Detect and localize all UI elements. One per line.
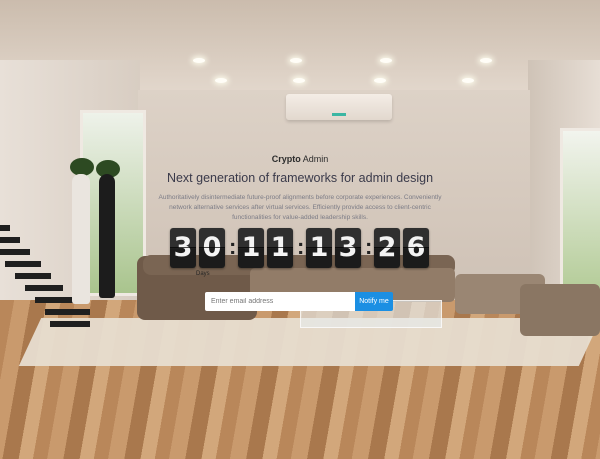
countdown-timer: 3 0 : 1 1 : 1 3 : 2 6 Days <box>170 228 432 277</box>
minutes-digit-2: 3 <box>335 228 361 268</box>
notify-form: Notify me <box>205 292 395 311</box>
headline: Next generation of frameworks for admin … <box>166 171 434 185</box>
hours-digit-1: 1 <box>238 228 264 268</box>
seconds-digit-2: 6 <box>403 228 429 268</box>
hours-digit-2: 1 <box>267 228 293 268</box>
separator: : <box>229 234 237 259</box>
description: Authoritatively disintermediate future-p… <box>158 194 442 221</box>
separator: : <box>297 234 305 259</box>
coming-soon-panel: Crypto Admin Next generation of framewor… <box>0 0 600 459</box>
email-input[interactable] <box>205 292 355 311</box>
brand-regular: Admin <box>302 154 329 164</box>
days-digit-2: 0 <box>199 228 225 268</box>
minutes-digit-1: 1 <box>306 228 332 268</box>
seconds-digit-1: 2 <box>374 228 400 268</box>
notify-me-button[interactable]: Notify me <box>355 292 393 311</box>
days-label: Days <box>196 271 210 277</box>
days-digit-1: 3 <box>170 228 196 268</box>
brand-logo: Crypto Admin <box>0 154 600 164</box>
brand-bold: Crypto <box>271 154 301 164</box>
separator: : <box>365 234 373 259</box>
